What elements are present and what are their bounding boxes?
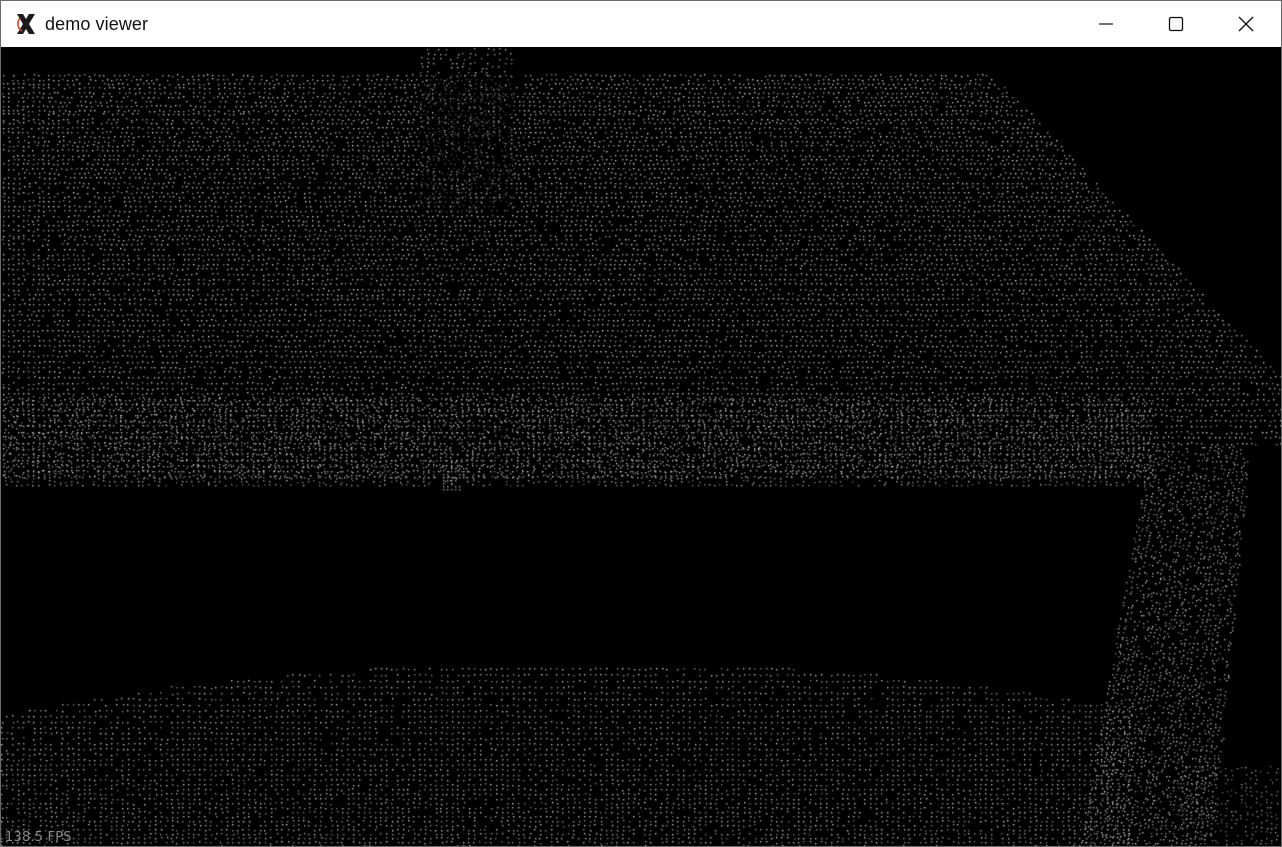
- minimize-button[interactable]: [1071, 1, 1141, 47]
- minimize-icon: [1099, 23, 1113, 25]
- fps-counter: 138.5 FPS: [5, 830, 72, 845]
- demo-viewer-window: demo viewer 138.5 FPS: [0, 0, 1282, 847]
- maximize-button[interactable]: [1141, 1, 1211, 47]
- x-app-icon: [13, 11, 39, 37]
- point-cloud-viewport[interactable]: 138.5 FPS: [1, 47, 1281, 846]
- window-title: demo viewer: [45, 13, 149, 34]
- point-cloud-canvas[interactable]: [1, 47, 1281, 846]
- maximize-icon: [1168, 16, 1184, 32]
- window-controls: [1071, 1, 1281, 47]
- title-bar[interactable]: demo viewer: [1, 1, 1281, 47]
- close-icon: [1238, 16, 1254, 32]
- close-button[interactable]: [1211, 1, 1281, 47]
